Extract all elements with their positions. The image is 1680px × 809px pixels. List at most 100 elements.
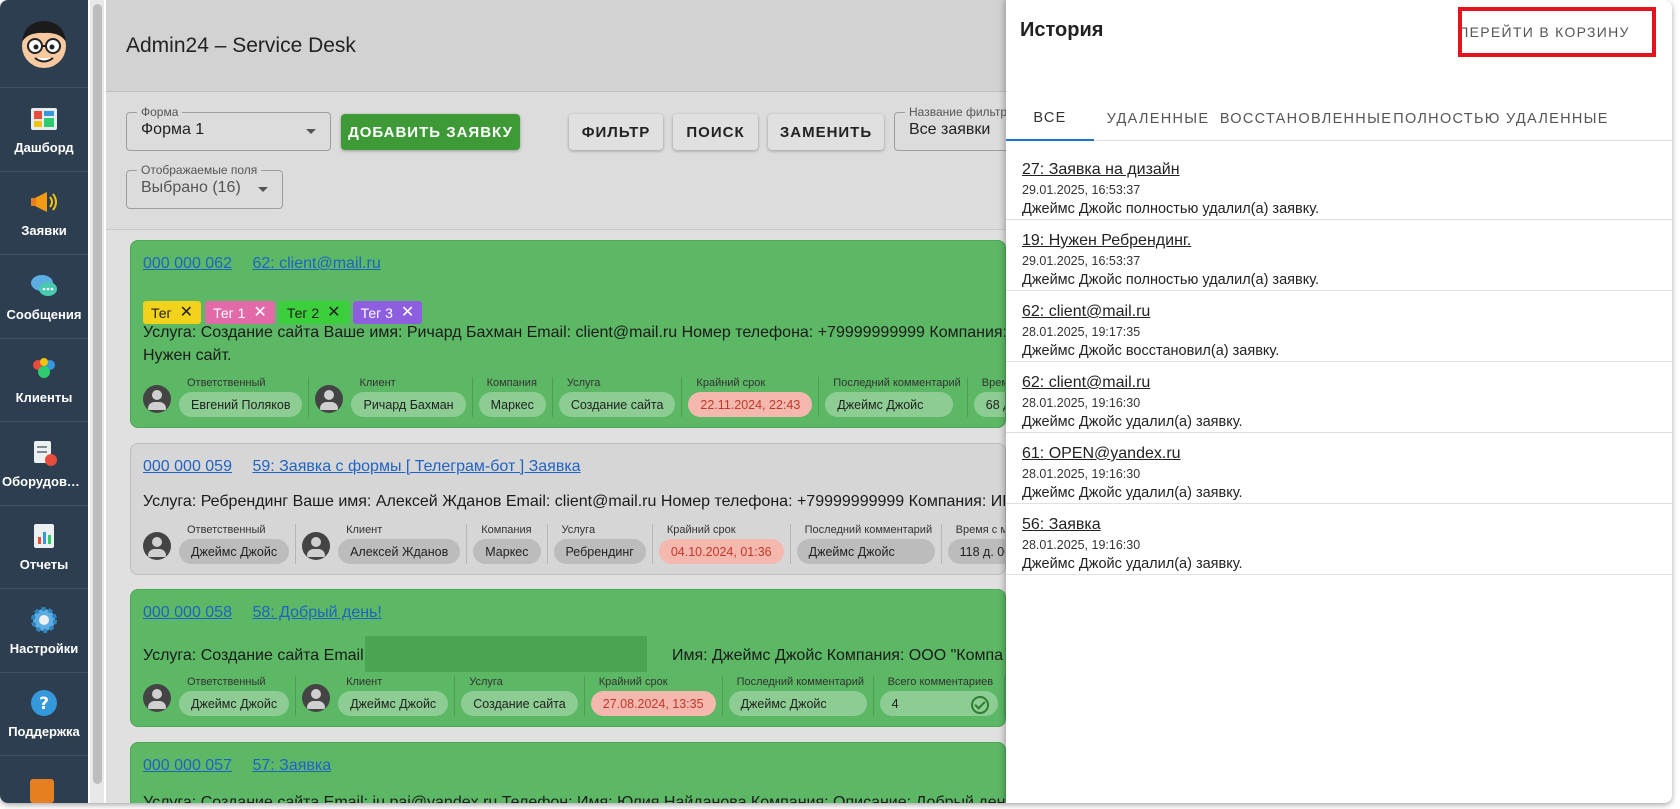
close-icon[interactable]: ✕ <box>180 304 193 321</box>
sidebar-item-support[interactable]: ? Поддержка <box>0 673 88 756</box>
ticket-meta: Ответственный Джеймс Джойс Клиент Алексей … <box>143 524 1005 564</box>
ticket-number-link[interactable]: 000 000 059 <box>143 458 232 475</box>
replace-button[interactable]: ЗАМЕНИТЬ <box>768 114 884 150</box>
ticket-subject-link[interactable]: 58: Добрый день! <box>252 604 381 621</box>
ticket-number-link[interactable]: 000 000 058 <box>143 604 232 621</box>
meta-value: Джеймс Джойс <box>728 691 867 716</box>
meta-label: Ответственный <box>187 524 266 536</box>
meta-client: Клиент Алексей Жданов <box>338 524 468 564</box>
toolbar: Форма Форма 1 ДОБАВИТЬ ЗАЯВКУ ФИЛЬТР ПОИ… <box>106 92 1034 230</box>
visible-fields-select[interactable]: Отображаемые поля Выбрано (16) <box>126 163 283 209</box>
tab-restored[interactable]: ВОССТАНОВЛЕННЫЕ <box>1220 96 1391 141</box>
highlight-box <box>1458 7 1656 57</box>
sidebar: Дашборд Заявки Сообщения Клиенты Оборудо… <box>0 0 88 803</box>
add-ticket-button[interactable]: ДОБАВИТЬ ЗАЯВКУ <box>341 114 520 150</box>
meta-responsible: Ответственный Евгений Поляков <box>179 377 310 417</box>
meta-last-comment: Последний комментарий Джеймс Джойс <box>796 524 942 564</box>
ticket-description-rest: Имя: Джеймс Джойс Компания: ООО "Компа <box>672 647 1004 664</box>
meta-last-comment: Последний комментарий Джеймс Джойс <box>728 676 874 716</box>
person-icon <box>302 532 331 560</box>
close-icon[interactable]: ✕ <box>253 304 266 321</box>
meta-client: Клиент Джеймс Джойс <box>338 676 456 716</box>
ticket-card[interactable]: 000 000 058 58: Добрый день! Услуга: Соз… <box>130 589 1006 727</box>
sidebar-item-messages[interactable]: Сообщения <box>0 255 88 339</box>
history-panel: История ПЕРЕЙТИ В КОРЗИНУ ВСЕ УДАЛЕННЫЕ … <box>1006 0 1672 803</box>
sidebar-item-clients[interactable]: Клиенты <box>0 339 88 422</box>
meta-last-comment: Последний комментарий Джеймс Джойс <box>825 377 968 417</box>
sidebar-item-settings[interactable]: Настройки <box>0 589 88 673</box>
meta-service: Услуга Ребрендинг <box>553 524 653 564</box>
sidebar-item-dashboard[interactable]: Дашборд <box>0 88 88 172</box>
help-icon: ? <box>31 690 57 717</box>
meta-label: Клиент <box>346 524 383 536</box>
history-tabs: ВСЕ УДАЛЕННЫЕ ВОССТАНОВЛЕННЫЕ ПОЛНОСТЬЮ … <box>1006 96 1672 141</box>
meta-label: Ответственный <box>187 377 266 389</box>
meta-value: 118 д. 00:08:10 <box>947 539 1005 564</box>
ticket-meta: Ответственный Джеймс Джойс Клиент Джеймс Д… <box>143 676 1005 716</box>
history-text: Джеймс Джойс удалил(а) заявку. <box>1022 485 1243 501</box>
ticket-subject-link[interactable]: 62: client@mail.ru <box>252 255 380 272</box>
meta-label: Услуга <box>561 524 596 536</box>
filter-name-value: Все заявки <box>909 121 991 138</box>
history-item: 62: client@mail.ru 28.01.2025, 19:17:35 … <box>1006 291 1672 362</box>
meta-label: Крайний срок <box>696 377 766 389</box>
ticket-card[interactable]: 000 000 062 62: client@mail.ru Тег ✕ Тег … <box>130 240 1006 428</box>
history-ticket-link[interactable]: 61: OPEN@yandex.ru <box>1022 445 1656 463</box>
meta-value: 04.10.2024, 01:36 <box>658 539 784 564</box>
meta-company: Компания Маркес <box>478 377 553 417</box>
history-item: 62: client@mail.ru 28.01.2025, 19:16:30 … <box>1006 362 1672 433</box>
ticket-subject-link[interactable]: 59: Заявка с формы [ Телеграм-бот ] Заяв… <box>252 458 580 475</box>
meta-time-since: Время с момента в 118 д. 00:08:10 <box>947 524 1005 564</box>
history-text: Джеймс Джойс восстановил(а) заявку. <box>1022 343 1280 359</box>
tab-deleted[interactable]: УДАЛЕННЫЕ <box>1094 96 1222 141</box>
sidebar-item-tickets[interactable]: Заявки <box>0 172 88 255</box>
close-icon[interactable]: ✕ <box>327 304 340 321</box>
ticket-description: Услуга: Создание сайта Ваше имя: Ричард … <box>143 324 1006 341</box>
meta-value: Маркес <box>478 392 546 417</box>
meta-label: Время с момента <box>981 377 1005 389</box>
history-ticket-link[interactable]: 56: Заявка <box>1022 516 1656 534</box>
app-logo[interactable] <box>0 0 88 88</box>
clients-icon <box>33 358 55 379</box>
meta-company: Компания Маркес <box>473 524 548 564</box>
check-circle-icon <box>971 696 989 714</box>
sidebar-scrollbar-thumb[interactable] <box>93 4 102 784</box>
history-ticket-link[interactable]: 19: Нужен Ребрендинг. <box>1022 232 1656 250</box>
chevron-down-icon <box>306 129 316 134</box>
ticket-links: 000 000 057 57: Заявка <box>143 757 347 775</box>
search-button[interactable]: ПОИСК <box>673 114 758 150</box>
visible-fields-value: Выбрано (16) <box>141 179 241 196</box>
ticket-card[interactable]: 000 000 057 57: Заявка Услуга: Создание … <box>130 742 1006 803</box>
gear-icon <box>31 606 57 633</box>
history-ticket-link[interactable]: 27: Заявка на дизайн <box>1022 161 1656 179</box>
history-item: 56: Заявка 28.01.2025, 19:16:30 Джеймс Д… <box>1006 504 1672 575</box>
sidebar-item-equipment[interactable]: Оборудован... <box>0 422 88 506</box>
panel-title: История <box>1020 19 1104 41</box>
meta-value: Джеймс Джойс <box>338 691 449 716</box>
meta-value: Маркес <box>473 539 541 564</box>
ticket-number-link[interactable]: 000 000 062 <box>143 255 232 272</box>
close-icon[interactable]: ✕ <box>401 304 414 321</box>
form-select[interactable]: Форма Форма 1 <box>126 105 331 151</box>
meta-label: Компания <box>486 377 537 389</box>
ticket-subject-link[interactable]: 57: Заявка <box>252 757 331 774</box>
sidebar-item-partial[interactable] <box>30 779 54 803</box>
history-ticket-link[interactable]: 62: client@mail.ru <box>1022 303 1656 321</box>
ticket-description-extra: Нужен сайт. <box>143 347 232 364</box>
history-date: 29.01.2025, 16:53:37 <box>1022 183 1141 197</box>
tab-all[interactable]: ВСЕ <box>1006 96 1094 141</box>
meta-value: Джеймс Джойс <box>179 691 290 716</box>
meta-label: Последний комментарий <box>833 377 961 389</box>
filter-button[interactable]: ФИЛЬТР <box>569 114 663 150</box>
ticket-card[interactable]: 000 000 059 59: Заявка с формы [ Телегра… <box>130 443 1006 575</box>
sidebar-item-reports[interactable]: Отчеты <box>0 506 88 589</box>
meta-label: Последний комментарий <box>736 676 865 688</box>
sidebar-item-label: Отчеты <box>19 557 69 573</box>
history-date: 28.01.2025, 19:16:30 <box>1022 467 1141 481</box>
svg-text:?: ? <box>39 694 49 714</box>
history-ticket-link[interactable]: 62: client@mail.ru <box>1022 374 1656 392</box>
ticket-number-link[interactable]: 000 000 057 <box>143 757 232 774</box>
meta-value: 22.11.2024, 22:43 <box>688 392 813 417</box>
tab-fully-deleted[interactable]: ПОЛНОСТЬЮ УДАЛЕННЫЕ <box>1390 96 1612 141</box>
meta-responsible: Ответственный Джеймс Джойс <box>179 676 297 716</box>
